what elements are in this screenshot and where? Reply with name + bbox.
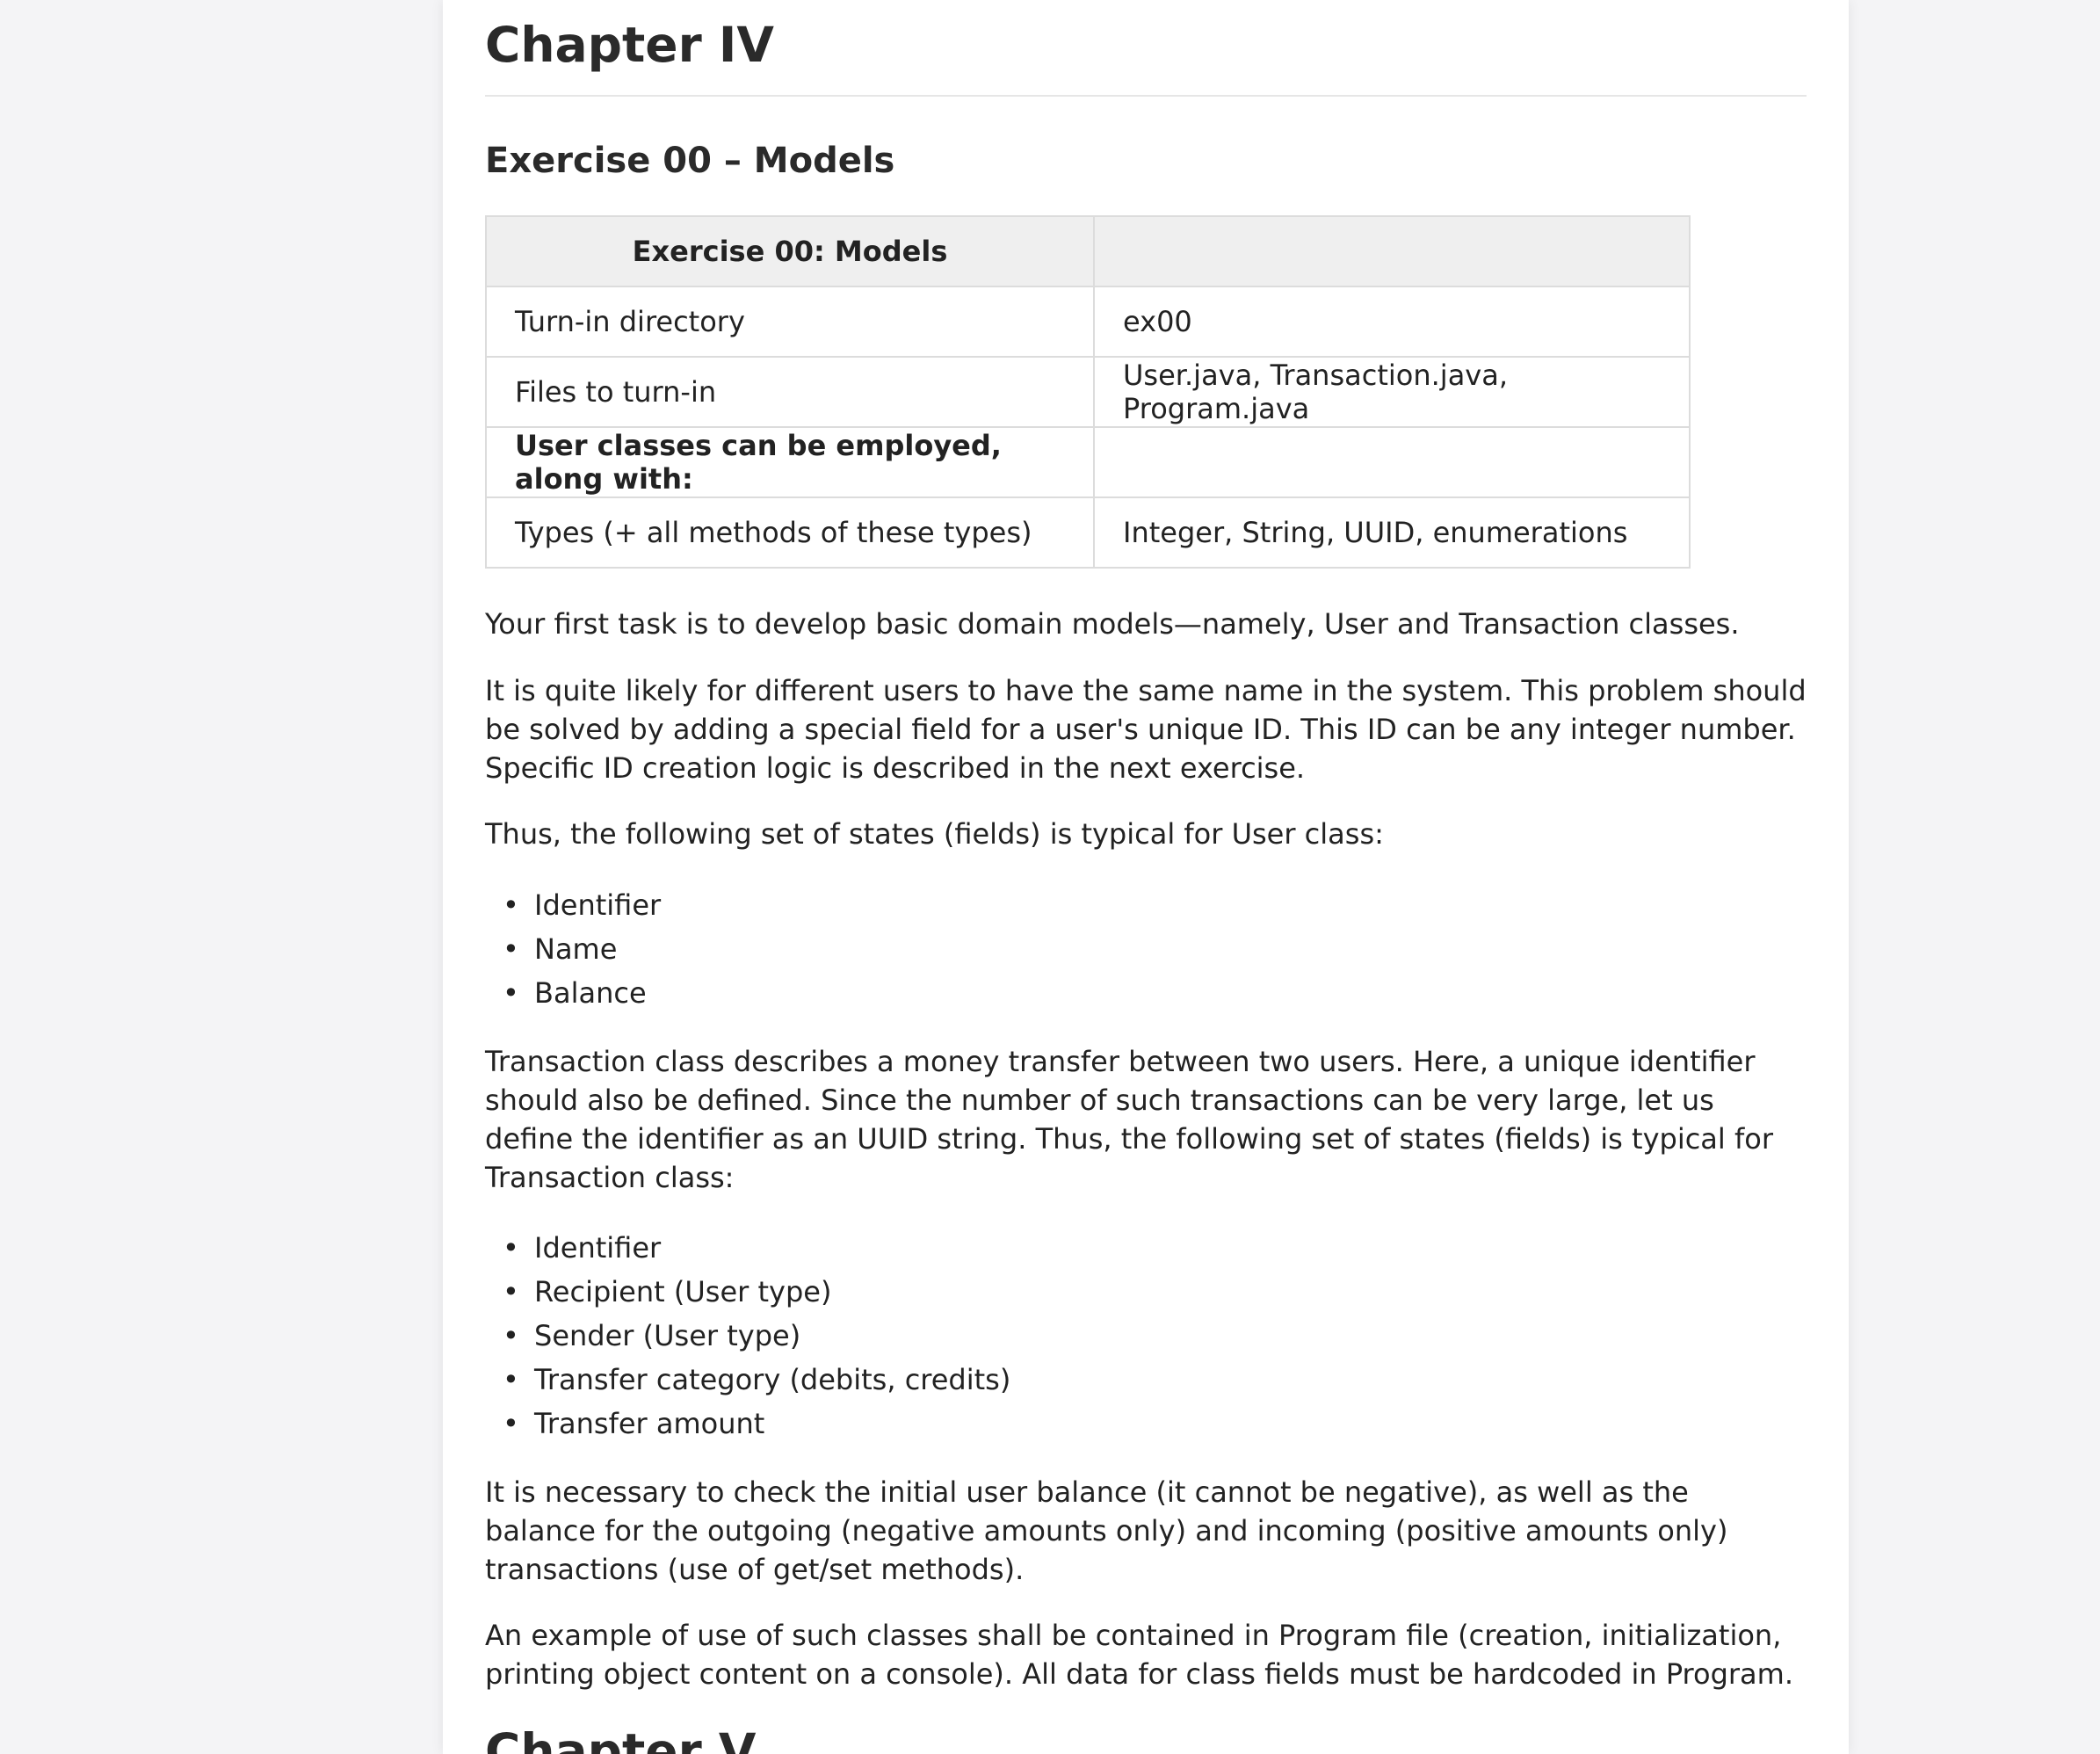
bullet-icon: • <box>503 1275 519 1308</box>
list-item: • Identifier <box>485 1226 1010 1270</box>
table-cell-label: Types (+ all methods of these types) <box>485 496 1095 569</box>
paragraph-program-example: An example of use of such classes shall … <box>485 1619 1793 1691</box>
chapter-title: Chapter IV <box>485 17 774 73</box>
next-chapter-title: Chapter V <box>485 1723 757 1754</box>
table-header-cell: Exercise 00: Models <box>485 215 1095 287</box>
paragraph-transaction-class: Transaction class describes a money tran… <box>485 1045 1773 1194</box>
exercise-info-table: Exercise 00: Models Turn-in directory ex… <box>485 215 1691 569</box>
table-cell-value: User.java, Transaction.java, Program.jav… <box>1093 356 1691 428</box>
table-header-cell <box>1093 215 1691 287</box>
paragraph-user-states: Thus, the following set of states (field… <box>485 817 1384 851</box>
table-row: Files to turn-in User.java, Transaction.… <box>485 356 1691 428</box>
table-cell-label: User classes can be employed, along with… <box>485 426 1095 498</box>
bullet-icon: • <box>503 1407 519 1440</box>
paragraph-intro: Your first task is to develop basic doma… <box>485 607 1740 641</box>
list-item: • Identifier <box>485 883 661 927</box>
list-item: • Recipient (User type) <box>485 1270 1010 1314</box>
table-cell-label: Files to turn-in <box>485 356 1095 428</box>
list-item: • Name <box>485 927 661 971</box>
list-item: • Balance <box>485 971 661 1015</box>
list-item: • Transfer category (debits, credits) <box>485 1358 1010 1402</box>
bullet-icon: • <box>503 932 519 966</box>
exercise-heading: Exercise 00 – Models <box>485 141 895 181</box>
paragraph-balance-check: It is necessary to check the initial use… <box>485 1475 1728 1586</box>
document-page: Chapter IV Exercise 00 – Models Exercise… <box>443 0 1849 1754</box>
table-row: Turn-in directory ex00 <box>485 286 1691 358</box>
bullet-icon: • <box>503 1319 519 1352</box>
list-item: • Sender (User type) <box>485 1314 1010 1358</box>
bullet-icon: • <box>503 976 519 1010</box>
paragraph-unique-id: It is quite likely for different users t… <box>485 674 1807 785</box>
table-cell-value: ex00 <box>1093 286 1691 358</box>
table-cell-value: Integer, String, UUID, enumerations <box>1093 496 1691 569</box>
transaction-fields-list: • Identifier • Recipient (User type) • Send… <box>485 1226 1010 1446</box>
bullet-icon: • <box>503 1231 519 1265</box>
heading-divider <box>485 95 1807 97</box>
user-fields-list: • Identifier • Name • Balance <box>485 883 661 1015</box>
table-row: User classes can be employed, along with… <box>485 426 1691 498</box>
bullet-icon: • <box>503 888 519 922</box>
table-cell-value <box>1093 426 1691 498</box>
table-row: Types (+ all methods of these types) Int… <box>485 496 1691 569</box>
table-cell-label: Turn-in directory <box>485 286 1095 358</box>
bullet-icon: • <box>503 1363 519 1396</box>
list-item: • Transfer amount <box>485 1402 1010 1446</box>
table-header-row: Exercise 00: Models <box>485 215 1691 287</box>
